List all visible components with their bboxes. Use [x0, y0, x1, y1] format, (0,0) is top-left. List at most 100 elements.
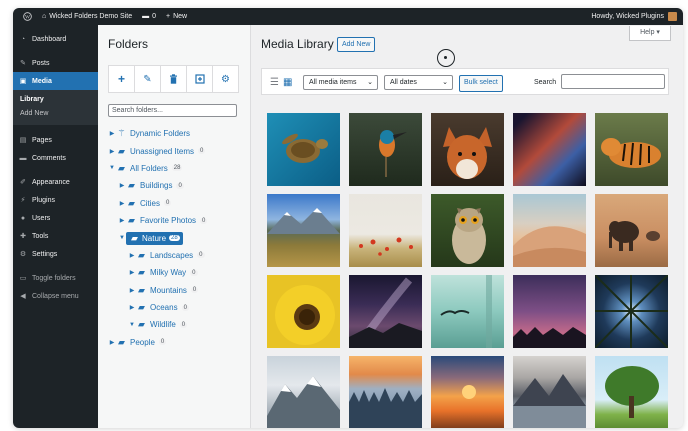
media-thumbnail-fox[interactable]: [431, 113, 504, 186]
folder-people[interactable]: ▶ ▰ People 0: [108, 334, 248, 351]
add-new-button[interactable]: Add New: [337, 37, 376, 52]
media-thumbnail-canyon[interactable]: [513, 113, 586, 186]
chevron-right-icon[interactable]: ▶: [108, 130, 116, 137]
help-tab-button[interactable]: Help ▾: [629, 26, 671, 41]
chevron-right-icon[interactable]: ▶: [118, 217, 126, 224]
media-thumbnail-mountain-meadow[interactable]: [267, 194, 340, 267]
media-type-filter[interactable]: All media items ⌄: [303, 75, 378, 90]
sunflower-icon: [275, 285, 335, 345]
menu-item-plugins[interactable]: ⚡ Plugins: [13, 191, 98, 209]
grid-view-icon[interactable]: ▦: [283, 77, 292, 88]
media-icon: ▣: [19, 78, 27, 85]
media-thumbnail-misty-trees[interactable]: [431, 275, 504, 348]
folder-count: 0: [181, 304, 189, 311]
folder-nature[interactable]: ▼ ▰ Nature 28: [108, 229, 248, 246]
menu-item-pages[interactable]: ▤ Pages: [13, 131, 98, 149]
search-label: Search: [534, 79, 557, 86]
site-name-link[interactable]: ⌂ Wicked Folders Demo Site: [42, 13, 132, 20]
date-filter[interactable]: All dates ⌄: [384, 75, 453, 90]
menu-item-appearance[interactable]: ✐ Appearance: [13, 173, 98, 191]
menu-item-posts[interactable]: ✎ Posts: [13, 54, 98, 72]
user-account-link[interactable]: Howdy, Wicked Plugins: [591, 12, 677, 21]
chevron-down-icon[interactable]: ▼: [128, 322, 136, 328]
folder-favorite-photos[interactable]: ▶ ▰ Favorite Photos 0: [108, 212, 248, 229]
folder-label: Buildings: [140, 181, 173, 191]
folder-label: People: [130, 337, 155, 347]
media-thumbnail-mountain-lake[interactable]: [513, 356, 586, 428]
media-thumbnail-elephant[interactable]: [595, 194, 668, 267]
chevron-right-icon[interactable]: ▶: [128, 304, 136, 311]
menu-item-settings[interactable]: ⚙ Settings: [13, 245, 98, 263]
folder-label: Unassigned Items: [130, 146, 195, 156]
chevron-right-icon[interactable]: ▶: [128, 287, 136, 294]
folder-settings-button[interactable]: ⚙: [212, 65, 239, 93]
wordpress-logo-icon[interactable]: W: [23, 12, 32, 21]
bulk-select-button[interactable]: Bulk select: [459, 75, 503, 92]
media-thumbnail-snowy-peaks[interactable]: [267, 356, 340, 428]
menu-item-toggle-folders[interactable]: ▭ Toggle folders: [13, 269, 98, 287]
menu-item-collapse[interactable]: ◀ Collapse menu: [13, 287, 98, 305]
chevron-right-icon[interactable]: ▶: [118, 200, 126, 207]
media-library-main: Media Library Add New Help ▾ ☰ ▦ All med…: [251, 25, 683, 428]
menu-item-comments[interactable]: ▬ Comments: [13, 149, 98, 167]
media-thumbnail-night-sky[interactable]: [349, 275, 422, 348]
media-thumbnail-sea-turtle[interactable]: [267, 113, 340, 186]
folder-oceans[interactable]: ▶ ▰ Oceans 0: [108, 299, 248, 316]
menu-item-users[interactable]: ● Users: [13, 209, 98, 227]
folder-cities[interactable]: ▶ ▰ Cities 0: [108, 195, 248, 212]
folder-dynamic-folders[interactable]: ▶ ⚚ Dynamic Folders: [108, 125, 248, 142]
search-media-input[interactable]: [561, 74, 665, 89]
chevron-right-icon[interactable]: ▶: [128, 252, 136, 259]
chevron-right-icon[interactable]: ▶: [128, 269, 136, 276]
menu-item-tools[interactable]: ✚ Tools: [13, 227, 98, 245]
tree-icon: [605, 366, 659, 418]
media-thumbnail-poppy-field[interactable]: [349, 194, 422, 267]
list-view-icon[interactable]: ☰: [270, 77, 279, 88]
media-thumbnail-lone-tree[interactable]: [595, 356, 668, 428]
delete-folder-button[interactable]: [160, 65, 187, 93]
folder-mountains[interactable]: ▶ ▰ Mountains 0: [108, 282, 248, 299]
comments-link[interactable]: ▬ 0: [142, 13, 156, 20]
folder-label: Favorite Photos: [140, 216, 197, 226]
media-thumbnail-cloud-sunset[interactable]: [431, 356, 504, 428]
expand-folders-button[interactable]: [186, 65, 213, 93]
media-thumbnail-kingfisher[interactable]: [349, 113, 422, 186]
folder-unassigned-items[interactable]: ▶ ▰ Unassigned Items 0: [108, 142, 248, 159]
add-folder-button[interactable]: +: [108, 65, 135, 93]
folder-wildlife[interactable]: ▼ ▰ Wildlife 0: [108, 316, 248, 333]
edit-folder-button[interactable]: ✎: [134, 65, 161, 93]
poppy-icon: [359, 237, 413, 256]
menu-label: Tools: [32, 232, 49, 240]
menu-item-media[interactable]: ▣ Media: [13, 72, 98, 90]
search-folders-input[interactable]: Search folders...: [108, 104, 237, 117]
chevron-right-icon[interactable]: ▶: [108, 148, 116, 155]
folder-icon: ▰: [138, 249, 145, 260]
folder-icon: ▰: [138, 319, 145, 330]
media-thumbnail-tiger[interactable]: [595, 113, 668, 186]
media-thumbnail-sunflower[interactable]: [267, 275, 340, 348]
folder-buildings[interactable]: ▶ ▰ Buildings 0: [108, 177, 248, 194]
chevron-down-icon[interactable]: ▼: [118, 235, 126, 241]
folder-icon: ▰: [118, 336, 125, 347]
chevron-right-icon[interactable]: ▶: [118, 182, 126, 189]
folder-label: All Folders: [130, 163, 168, 173]
folder-icon: ▰: [118, 145, 125, 156]
chevron-down-icon[interactable]: ▼: [108, 165, 116, 171]
folder-all-folders[interactable]: ▼ ▰ All Folders 28: [108, 160, 248, 177]
chevron-right-icon[interactable]: ▶: [108, 339, 116, 346]
media-thumbnail-winter-forest[interactable]: [349, 356, 422, 428]
new-content-link[interactable]: + New: [166, 13, 187, 20]
folder-landscapes[interactable]: ▶ ▰ Landscapes 0: [108, 247, 248, 264]
media-thumbnail-purple-dusk[interactable]: [513, 275, 586, 348]
folder-tree: ▶ ⚚ Dynamic Folders ▶ ▰ Unassigned Items…: [108, 125, 248, 351]
folder-milky-way[interactable]: ▶ ▰ Milky Way 0: [108, 264, 248, 281]
menu-item-dashboard[interactable]: ◔ Dashboard: [13, 30, 98, 48]
submenu-item-add-new[interactable]: Add New: [13, 107, 98, 121]
folder-count: 0: [176, 182, 184, 189]
folders-panel: Folders + ✎ ⚙ Search folders... ▶ ⚚ Dyna…: [98, 25, 251, 428]
submenu-item-library[interactable]: Library: [13, 93, 98, 107]
selected-folder-highlight[interactable]: ▰ Nature 28: [126, 231, 183, 245]
media-thumbnail-owl[interactable]: [431, 194, 504, 267]
media-thumbnail-sand-dune[interactable]: [513, 194, 586, 267]
media-thumbnail-tree-canopy[interactable]: [595, 275, 668, 348]
